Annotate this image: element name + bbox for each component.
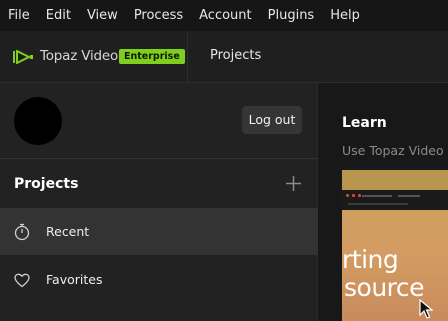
menu-bar: File Edit View Process Account Plugins H… [0, 0, 448, 31]
learn-subtitle: Use Topaz Video lik [342, 143, 448, 158]
topaz-logo-icon [13, 50, 33, 64]
logout-button[interactable]: Log out [242, 106, 302, 134]
plus-icon[interactable] [285, 175, 302, 192]
menu-file[interactable]: File [0, 0, 38, 31]
menu-account[interactable]: Account [191, 0, 260, 31]
enterprise-badge: Enterprise [119, 49, 185, 64]
menu-help[interactable]: Help [322, 0, 368, 31]
sidebar-item-recent[interactable]: Recent [0, 208, 318, 255]
menu-edit[interactable]: Edit [38, 0, 79, 31]
header-divider [187, 31, 188, 82]
card-thumbnail-strip [342, 170, 448, 190]
menu-plugins[interactable]: Plugins [260, 0, 323, 31]
sidebar: Log out Projects Recent Favorites [0, 83, 318, 321]
main-content: Learn Use Topaz Video lik rting source [318, 83, 448, 321]
app-header: Topaz Video Enterprise Projects [0, 31, 448, 83]
window-dots [346, 194, 361, 197]
avatar[interactable] [14, 97, 62, 145]
mouse-cursor-icon [419, 299, 433, 319]
sidebar-item-favorites[interactable]: Favorites [0, 256, 318, 303]
card-title-line2: source [344, 273, 425, 302]
nav-projects[interactable]: Projects [210, 48, 261, 63]
menu-view[interactable]: View [79, 0, 126, 31]
heart-icon [14, 273, 30, 287]
sidebar-item-label: Favorites [46, 272, 103, 287]
projects-section-title: Projects [14, 176, 79, 192]
learn-title: Learn [342, 115, 387, 131]
card-title-line1: rting [342, 245, 399, 274]
sidebar-item-label: Recent [46, 224, 90, 239]
stopwatch-icon [14, 223, 30, 240]
card-thumbnail-window [342, 190, 448, 210]
menu-process[interactable]: Process [126, 0, 191, 31]
sidebar-divider [0, 158, 318, 159]
brand-name: Topaz Video [40, 48, 119, 64]
